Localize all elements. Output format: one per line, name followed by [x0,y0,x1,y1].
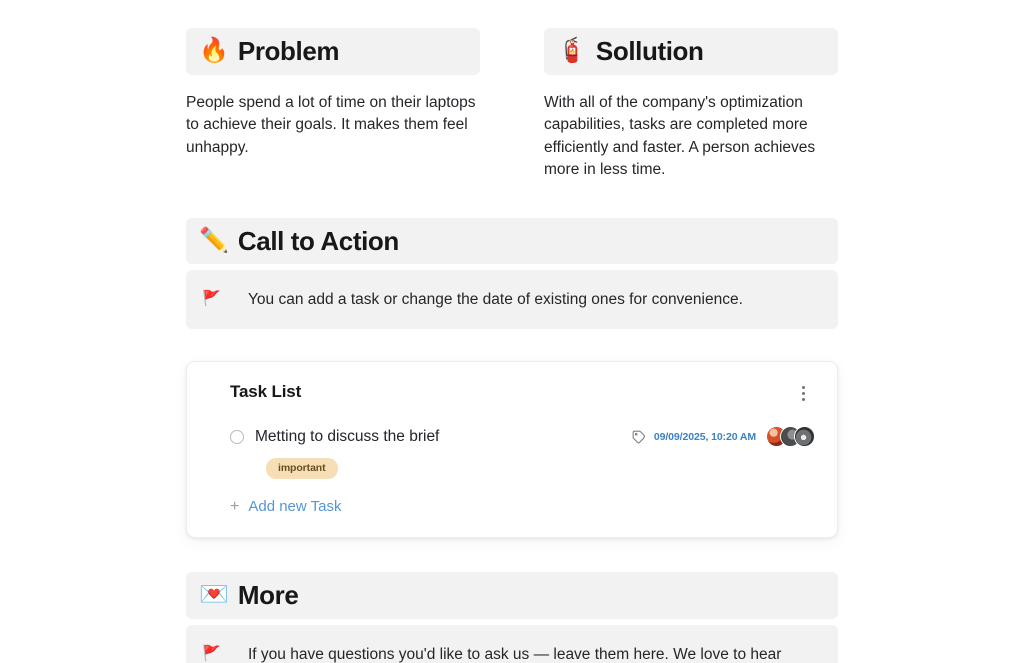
avatar[interactable] [794,426,815,448]
call-to-action-callout: 🚩 You can add a task or change the date … [186,270,838,330]
solution-section-header: 🧯 Sollution [544,28,838,75]
kebab-menu-icon[interactable] [793,382,813,404]
triangular-flag-emoji: 🚩 [202,644,221,662]
add-new-task-button[interactable]: + Add new Task [209,498,815,515]
task-due-date[interactable]: 09/09/2025, 10:20 AM [654,431,756,443]
problem-column: 🔥 Problem People spend a lot of time on … [186,28,480,182]
triangular-flag-emoji: 🚩 [202,290,221,308]
problem-section-header: 🔥 Problem [186,28,480,75]
plus-icon: + [230,497,240,515]
pencil-emoji: ✏️ [199,226,229,254]
love-letter-emoji: 💌 [199,581,229,609]
task-row: Metting to discuss the brief 09/09/2025,… [209,426,815,448]
call-to-action-callout-text: You can add a task or change the date of… [248,291,743,309]
two-column-row: 🔥 Problem People spend a lot of time on … [186,28,838,182]
solution-paragraph: With all of the company's optimization c… [544,93,816,179]
add-new-task-label: Add new Task [248,498,342,516]
task-list-card-header: Task List [209,382,815,404]
more-section-header: 💌 More [186,572,838,619]
page-root: 🔥 Problem People spend a lot of time on … [0,0,1024,663]
task-labels: important [209,458,815,480]
task-meta: 09/09/2025, 10:20 AM [632,426,815,448]
call-to-action-section-header: ✏️ Call to Action [186,217,838,265]
document-body: 🔥 Problem People spend a lot of time on … [186,28,838,663]
task-list-title: Task List [230,382,302,402]
solution-column: 🧯 Sollution With all of the company's op… [544,28,838,182]
status-badge[interactable]: important [266,458,338,480]
task-checkbox[interactable] [230,429,244,444]
fire-emoji: 🔥 [199,37,229,65]
solution-title: Sollution [595,36,704,66]
task-title[interactable]: Metting to discuss the brief [255,428,632,446]
task-assignee-avatars [766,426,815,448]
tag-icon[interactable] [632,430,646,444]
more-title: More [237,580,299,611]
task-list-card: Task List Metting to discuss the brief 0… [186,361,838,539]
problem-paragraph: People spend a lot of time on their lapt… [186,93,476,156]
fire-extinguisher-emoji: 🧯 [557,37,587,65]
more-callout: 🚩 If you have questions you'd like to as… [186,624,838,663]
problem-title: Problem [237,36,340,66]
call-to-action-title: Call to Action [237,225,399,256]
more-callout-text: If you have questions you'd like to ask … [248,645,782,663]
